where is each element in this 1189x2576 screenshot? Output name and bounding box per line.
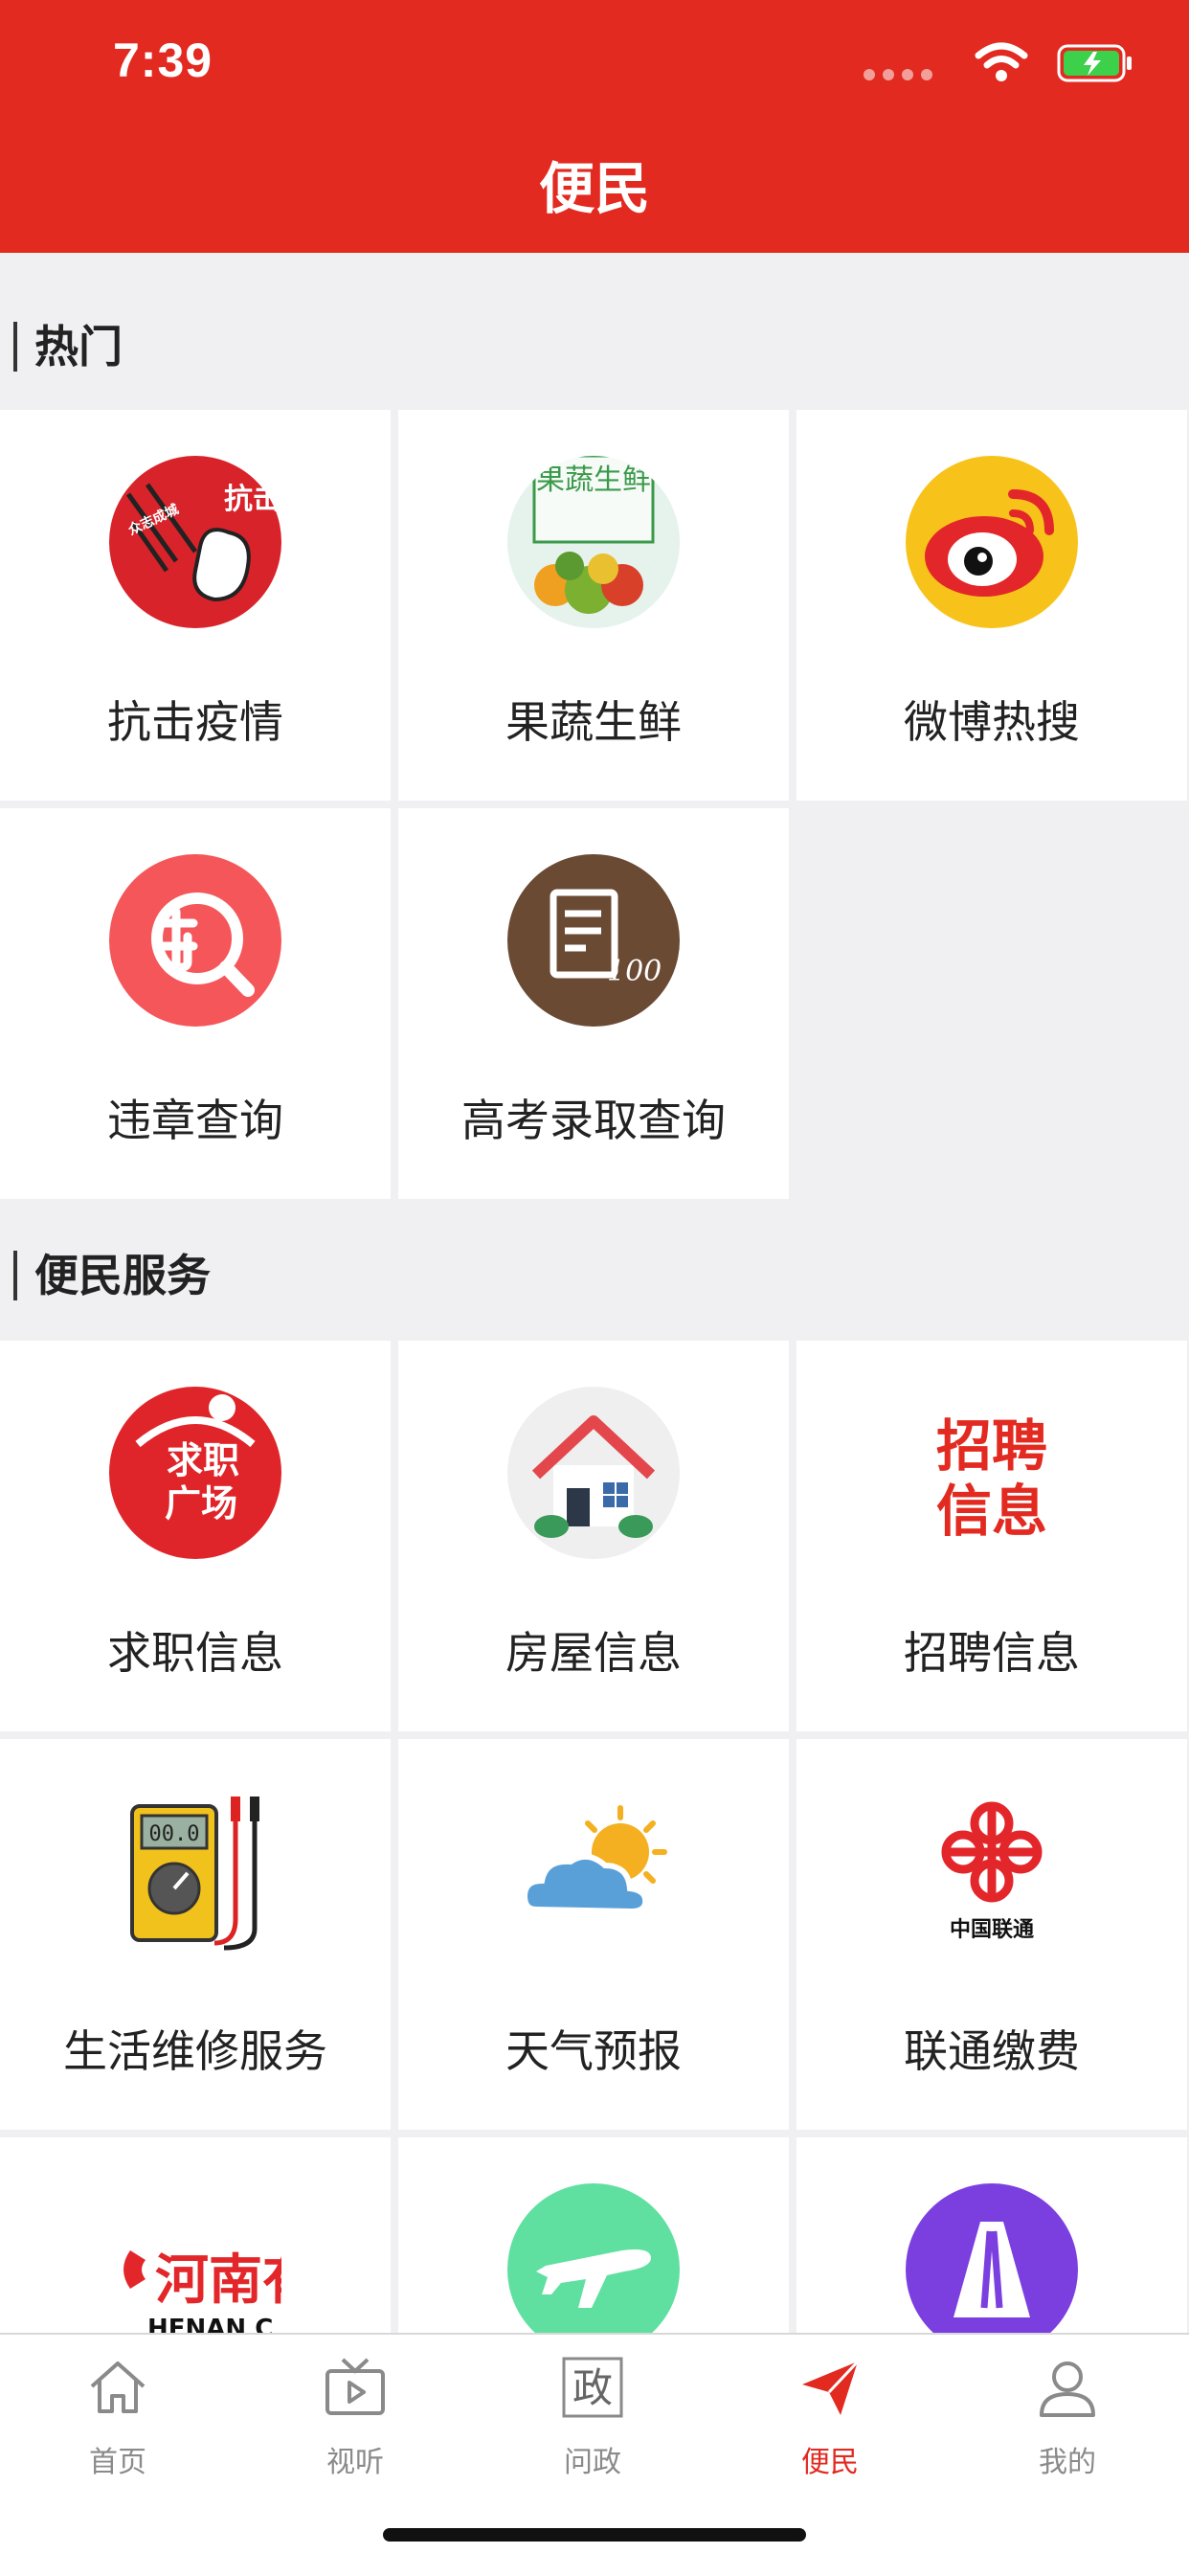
grid-empty-cell xyxy=(796,808,1187,1199)
svg-text:河南有: 河南有 xyxy=(155,2249,281,2312)
grid-item-label: 生活维修服务 xyxy=(63,2025,327,2077)
tab-label: 首页 xyxy=(89,2446,146,2479)
grid-item-label: 微博热搜 xyxy=(904,696,1080,748)
home-icon xyxy=(90,2361,146,2413)
home-indicator[interactable] xyxy=(383,2528,806,2542)
signal-icon xyxy=(864,69,932,80)
multimeter-icon: 00.0 xyxy=(130,1796,259,1951)
tab-home[interactable]: 首页 xyxy=(41,2356,194,2490)
grid-item-label: 高考录取查询 xyxy=(461,1095,726,1146)
grid-item-job-info[interactable]: 求职 广场 求职信息 xyxy=(0,1341,391,1731)
grid-item-weather[interactable]: 天气预报 xyxy=(398,1739,789,2130)
zheng-icon: 政 xyxy=(562,2357,623,2418)
tab-label: 问政 xyxy=(564,2446,621,2479)
svg-text:广场: 广场 xyxy=(165,1482,237,1525)
tab-video[interactable]: 视听 xyxy=(279,2356,432,2490)
tab-label: 视听 xyxy=(326,2446,384,2479)
grid-item-label: 联通缴费 xyxy=(904,2025,1080,2077)
svg-text:招聘: 招聘 xyxy=(936,1413,1047,1479)
status-indicators xyxy=(864,40,1133,88)
grid-item-anti-epidemic[interactable]: 抗击 众志成城 抗击疫情 xyxy=(0,410,391,801)
house-icon xyxy=(507,1387,680,1559)
fresh-produce-icon: 果蔬生鲜 xyxy=(507,456,680,628)
traffic-violation-icon xyxy=(109,854,281,1027)
grid-item-label: 抗击疫情 xyxy=(107,696,283,748)
svg-text:抗击: 抗击 xyxy=(224,483,281,516)
battery-icon xyxy=(1057,44,1132,82)
app-header: 7:39 便民 xyxy=(0,0,1189,253)
henan-airline-icon: 河南有 HENAN C xyxy=(123,2249,281,2343)
page-title: 便民 xyxy=(538,156,650,221)
section-header-hot: 热门 xyxy=(0,253,1189,410)
section-title: 便民服务 xyxy=(34,1250,211,1301)
svg-text:信息: 信息 xyxy=(936,1479,1047,1544)
grid-item-label: 求职信息 xyxy=(107,1627,283,1679)
svg-text:求职: 求职 xyxy=(167,1439,239,1481)
grid-item-traffic-violation[interactable]: 违章查询 xyxy=(0,808,391,1199)
section-header-services: 便民服务 xyxy=(0,1199,1189,1341)
weibo-icon xyxy=(906,456,1078,628)
profile-icon xyxy=(1040,2361,1095,2417)
tab-inquiry[interactable]: 政 问政 xyxy=(516,2356,669,2490)
anti-epidemic-icon: 抗击 众志成城 xyxy=(109,456,281,628)
tab-profile[interactable]: 我的 xyxy=(991,2356,1144,2490)
section-title: 热门 xyxy=(34,321,123,373)
svg-text:果蔬生鲜: 果蔬生鲜 xyxy=(536,463,651,497)
grid-item-label: 天气预报 xyxy=(505,2025,682,2077)
svg-text:政: 政 xyxy=(572,2364,613,2411)
china-unicom-icon: 中国联通 xyxy=(941,1801,1043,1942)
tv-icon xyxy=(325,2358,385,2415)
grid-item-fresh-produce[interactable]: 果蔬生鲜 果蔬生鲜 xyxy=(398,410,789,801)
weather-icon xyxy=(521,1805,667,1915)
grid-item-label: 房屋信息 xyxy=(505,1627,682,1679)
svg-text:100: 100 xyxy=(607,955,662,988)
exam-admission-icon: 100 xyxy=(507,854,680,1027)
grid-item-exam-admission[interactable]: 100 高考录取查询 xyxy=(398,808,789,1199)
job-square-icon: 求职 广场 xyxy=(109,1387,281,1559)
grid-item-unicom-payment[interactable]: 中国联通 联通缴费 xyxy=(796,1739,1187,2130)
grid-item-label: 违章查询 xyxy=(107,1095,283,1146)
tab-label: 我的 xyxy=(1039,2446,1096,2479)
tab-convenience[interactable]: 便民 xyxy=(753,2356,907,2490)
highway-icon xyxy=(906,2183,1078,2356)
wifi-icon xyxy=(975,42,1028,81)
svg-text:00.0: 00.0 xyxy=(149,1822,200,1846)
grid-item-house-info[interactable]: 房屋信息 xyxy=(398,1341,789,1731)
recruitment-icon: 招聘 信息 xyxy=(936,1413,1047,1544)
grid-item-recruitment[interactable]: 招聘 信息 招聘信息 xyxy=(796,1341,1187,1731)
flight-icon xyxy=(507,2183,680,2356)
grid-item-repair-service[interactable]: 00.0 生活维修服务 xyxy=(0,1739,391,2130)
tab-label: 便民 xyxy=(801,2446,859,2479)
status-time: 7:39 xyxy=(113,34,213,87)
svg-text:中国联通: 中国联通 xyxy=(950,1918,1034,1942)
grid-item-weibo[interactable]: 微博热搜 xyxy=(796,410,1187,801)
grid-item-label: 招聘信息 xyxy=(904,1627,1080,1679)
grid-item-label: 果蔬生鲜 xyxy=(505,696,682,748)
send-icon xyxy=(802,2360,860,2415)
